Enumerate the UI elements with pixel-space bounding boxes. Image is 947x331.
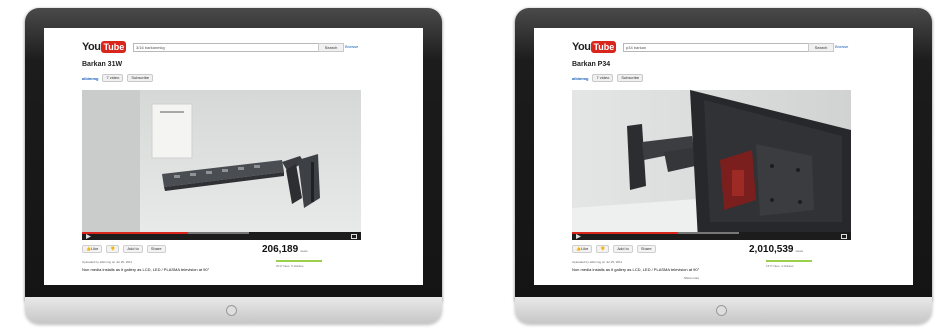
add-to-label: Add to bbox=[127, 246, 139, 251]
browse-link[interactable]: Browse bbox=[345, 43, 358, 51]
right-monitor: You Tube p34 barkan Search Browse Barkan… bbox=[515, 8, 932, 323]
view-count-number: 206,189 bbox=[262, 244, 299, 255]
logo-tube: Tube bbox=[591, 41, 617, 53]
search-input[interactable]: p34 barkan bbox=[623, 43, 809, 52]
subscribe-button[interactable]: Subscribe bbox=[617, 74, 644, 82]
dislike-button[interactable]: 👎 bbox=[106, 245, 120, 253]
search-button[interactable]: Search bbox=[808, 43, 834, 52]
fullscreen-icon[interactable] bbox=[841, 234, 847, 239]
share-label: Share bbox=[150, 246, 162, 251]
videos-count-button[interactable]: 7 video bbox=[102, 74, 124, 82]
like-button[interactable]: 👍Like bbox=[572, 245, 593, 253]
browse-link[interactable]: Browse bbox=[835, 43, 848, 51]
home-button-icon[interactable] bbox=[716, 305, 727, 316]
add-to-label: Add to bbox=[617, 246, 629, 251]
rating-bar bbox=[276, 260, 322, 262]
show-more-link[interactable]: Show more bbox=[684, 276, 699, 280]
view-count-number: 2,010,539 bbox=[749, 244, 794, 255]
monitor-bezel: You Tube p34 barkan Search Browse Barkan… bbox=[515, 8, 932, 300]
like-button[interactable]: 👍Like bbox=[82, 245, 103, 253]
video-actions: 👍Like 👎 Add to Share bbox=[82, 245, 166, 253]
dislike-icon: 👎 bbox=[600, 246, 606, 251]
youtube-screen: You Tube 3/16 barkanmkg Search Browse Ba… bbox=[44, 28, 423, 285]
channel-row: albimmg 7 video Subscribe bbox=[572, 74, 644, 82]
rating-text: 1577 likes, 4 dislikes bbox=[766, 264, 794, 268]
logo-tube: Tube bbox=[101, 41, 127, 53]
view-count: 2,010,539 views bbox=[749, 244, 803, 255]
video-player[interactable] bbox=[572, 90, 851, 240]
progress-bar[interactable] bbox=[572, 232, 679, 234]
video-title: Barkan P34 bbox=[572, 61, 611, 68]
monitor-chin bbox=[515, 297, 932, 323]
share-label: Share bbox=[640, 246, 652, 251]
video-actions: 👍Like 👎 Add to Share bbox=[572, 245, 656, 253]
video-player[interactable] bbox=[82, 90, 361, 240]
subscribe-button[interactable]: Subscribe bbox=[127, 74, 154, 82]
view-count-suffix: views bbox=[795, 249, 804, 253]
video-frame-wall-mount bbox=[82, 90, 361, 240]
play-icon[interactable] bbox=[576, 234, 581, 239]
share-button[interactable]: Share bbox=[636, 245, 656, 253]
uploader-info: Uploaded by albimmg on Jul 25, 2011 bbox=[572, 260, 623, 264]
youtube-logo[interactable]: You Tube bbox=[82, 40, 127, 54]
channel-row: albimmg 7 video Subscribe bbox=[82, 74, 154, 82]
video-controls-bar[interactable] bbox=[572, 232, 851, 240]
like-label: Like bbox=[90, 246, 99, 251]
video-frame-tv-arm bbox=[572, 90, 851, 240]
video-description: Non media installs as it gallery as LCD,… bbox=[82, 267, 210, 272]
logo-you: You bbox=[572, 41, 591, 53]
monitor-chin bbox=[25, 297, 442, 323]
dislike-button[interactable]: 👎 bbox=[596, 245, 610, 253]
view-count-suffix: views bbox=[300, 249, 308, 253]
monitor-bezel: You Tube 3/16 barkanmkg Search Browse Ba… bbox=[25, 8, 442, 300]
home-button-icon[interactable] bbox=[226, 305, 237, 316]
add-to-button[interactable]: Add to bbox=[123, 245, 143, 253]
youtube-header: You Tube 3/16 barkanmkg Search Browse bbox=[82, 40, 382, 54]
video-title: Barkan 31W bbox=[82, 61, 123, 68]
rating-bar bbox=[766, 260, 812, 262]
video-description: Non media installs as it gallery as LCD,… bbox=[572, 267, 700, 272]
share-button[interactable]: Share bbox=[146, 245, 166, 253]
view-count: 206,189 views bbox=[262, 244, 308, 255]
youtube-header: You Tube p34 barkan Search Browse bbox=[572, 40, 872, 54]
channel-link[interactable]: albimmg bbox=[572, 76, 588, 81]
video-controls-bar[interactable] bbox=[82, 232, 361, 240]
like-label: Like bbox=[580, 246, 589, 251]
play-icon[interactable] bbox=[86, 234, 91, 239]
search-input[interactable]: 3/16 barkanmkg bbox=[133, 43, 319, 52]
uploader-info: Uploaded by albimmg on Jul 25, 2011 bbox=[82, 260, 133, 264]
rating-text: 2017 likes, 5 dislikes bbox=[276, 264, 304, 268]
logo-you: You bbox=[82, 41, 101, 53]
youtube-logo[interactable]: You Tube bbox=[572, 40, 617, 54]
left-monitor: You Tube 3/16 barkanmkg Search Browse Ba… bbox=[25, 8, 442, 323]
search-button[interactable]: Search bbox=[318, 43, 344, 52]
videos-count-button[interactable]: 7 video bbox=[592, 74, 614, 82]
channel-link[interactable]: albimmg bbox=[82, 76, 98, 81]
add-to-button[interactable]: Add to bbox=[613, 245, 633, 253]
dislike-icon: 👎 bbox=[110, 246, 116, 251]
fullscreen-icon[interactable] bbox=[351, 234, 357, 239]
youtube-screen: You Tube p34 barkan Search Browse Barkan… bbox=[534, 28, 913, 285]
progress-bar[interactable] bbox=[82, 232, 189, 234]
